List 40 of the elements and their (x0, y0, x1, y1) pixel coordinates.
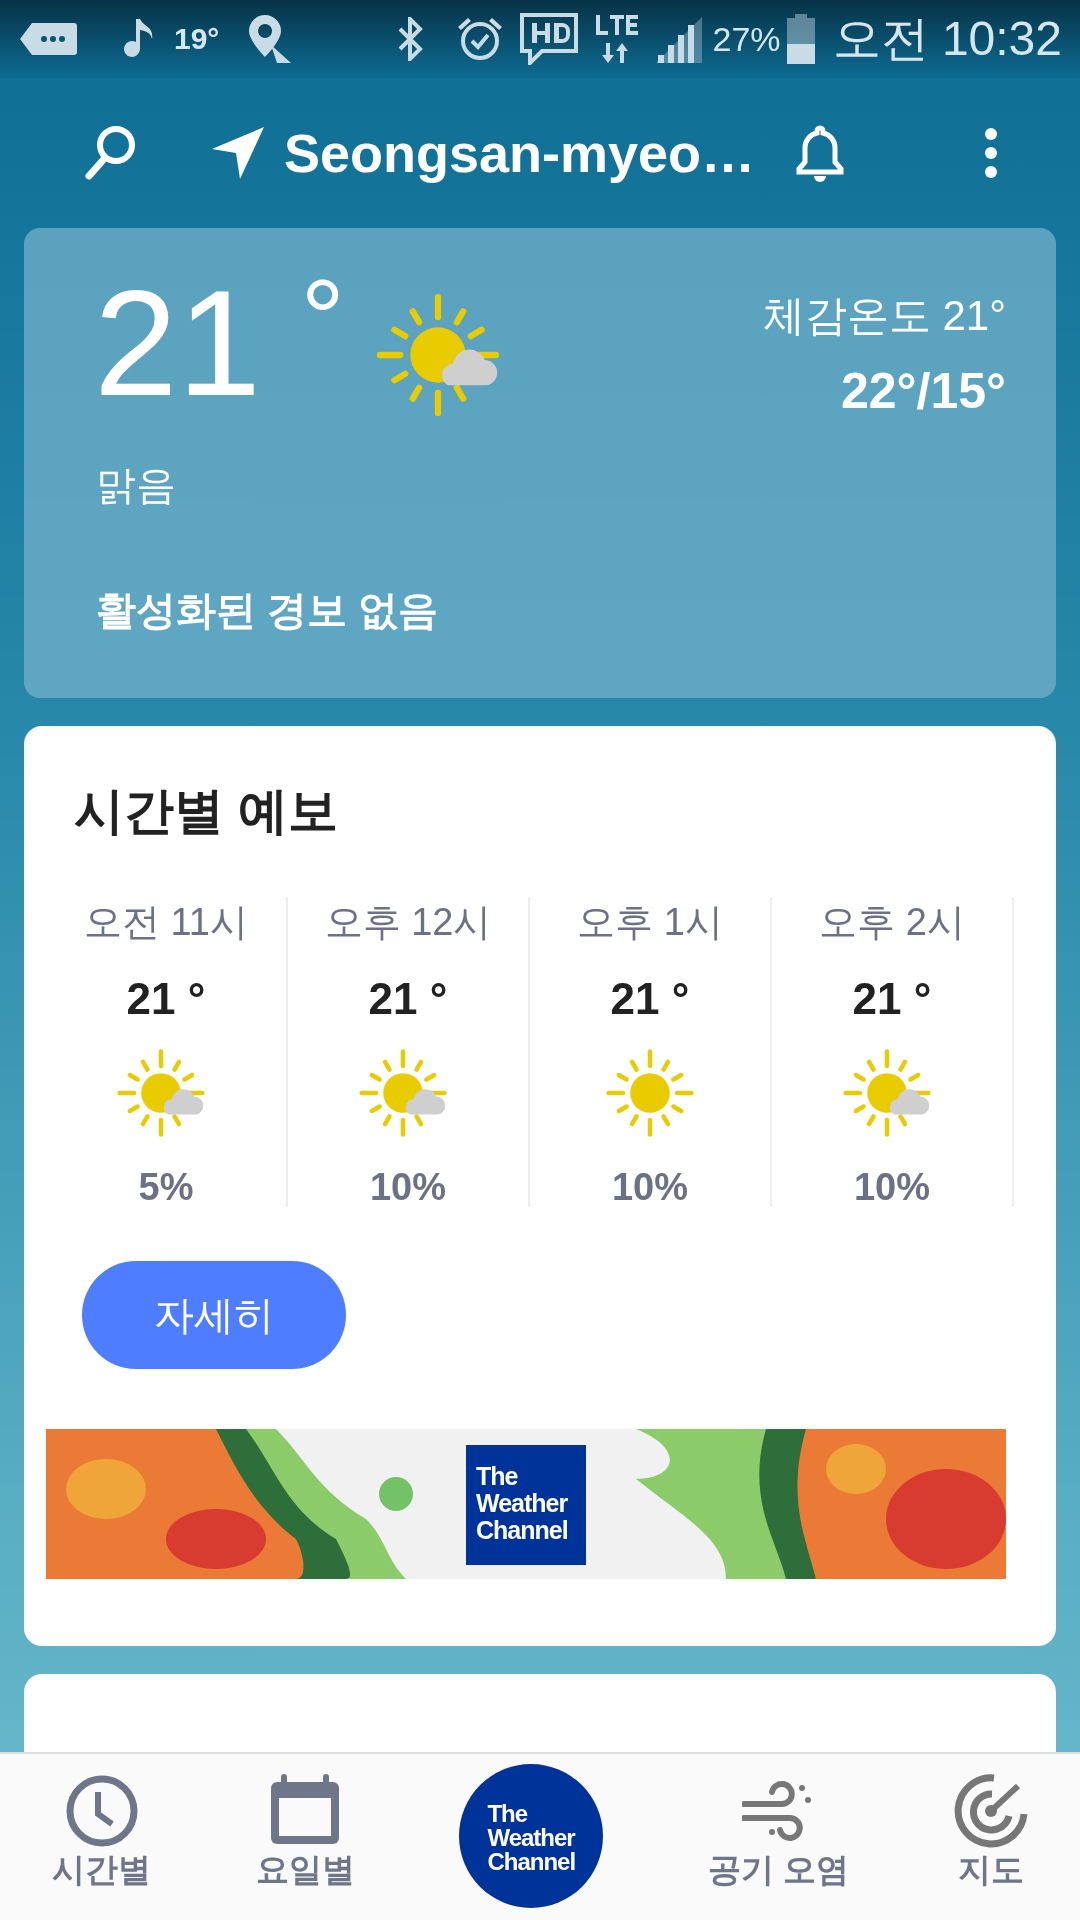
hour-label: 오후 1시 (577, 900, 723, 945)
high-low-temperature: 22°/15° (840, 362, 1006, 420)
alarm-icon (456, 15, 505, 63)
degree-symbol: ° (300, 268, 345, 368)
sun-icon (605, 1048, 695, 1138)
hour-label: 오전 11시 (84, 900, 248, 945)
weather-condition: 맑음 (96, 462, 176, 509)
details-button[interactable]: 자세히 (82, 1261, 346, 1369)
hour-temperature: 21 ° (126, 974, 206, 1024)
precipitation-chance: 10% (369, 1166, 447, 1207)
precipitation-chance: 10% (611, 1166, 689, 1207)
lte-signal-icon (594, 13, 641, 65)
hour-temperature: 21 ° (610, 974, 690, 1024)
feels-like: 체감온도 21° (762, 291, 1006, 341)
chat-icon (20, 21, 78, 57)
precipitation-chance: 5% (138, 1166, 194, 1207)
section-title: 시간별 예보 (74, 782, 338, 841)
clock-icon (64, 1774, 139, 1848)
logo-button[interactable]: The Weather Channel (459, 1764, 604, 1908)
location-name[interactable]: Seongsan-myeo… (284, 122, 756, 184)
nav-tab[interactable]: 지도 (953, 1774, 1028, 1893)
logo: The Weather Channel (466, 1445, 586, 1565)
hour-label: 오후 2시 (819, 900, 965, 945)
precipitation-chance: 10% (853, 1166, 931, 1207)
hour-temperature: 21 ° (368, 974, 448, 1024)
nav-tab[interactable]: 공기 오염 (707, 1774, 850, 1893)
current-temperature: 21 (94, 268, 261, 418)
hour-label: 오후 12시 (324, 900, 492, 945)
hd-call-icon (518, 13, 581, 65)
radar-icon (953, 1774, 1028, 1848)
nav-tab[interactable]: 시간별 (52, 1774, 152, 1893)
alerts-status: 활성화된 경보 없음 (96, 587, 439, 634)
nav-tab[interactable]: 요일별 (255, 1774, 355, 1893)
cellular-signal-icon (654, 15, 705, 63)
hour-temperature: 21 ° (852, 974, 932, 1024)
battery-icon (786, 14, 815, 64)
temperature-status: 19° (174, 22, 220, 56)
location-arrow-icon[interactable] (210, 125, 266, 181)
clock-time: 오전 10:32 (832, 11, 1062, 67)
battery-percent: 27% (712, 19, 781, 59)
